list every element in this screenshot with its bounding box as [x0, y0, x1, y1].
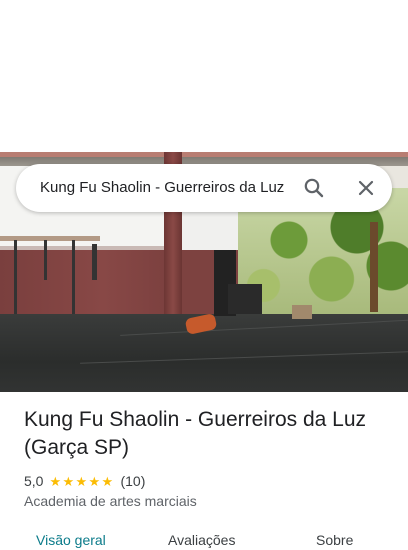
photo-weapon — [92, 244, 97, 280]
photo-weapon — [14, 240, 17, 324]
star-icon: ★ — [62, 473, 75, 489]
rating-value: 5,0 — [24, 473, 44, 489]
rating-stars: ★ ★ ★ ★ ★ — [49, 475, 114, 488]
photo-weapon — [44, 240, 47, 280]
star-icon: ★ — [101, 473, 114, 489]
star-icon: ★ — [75, 473, 88, 489]
photo-box — [292, 305, 312, 319]
photo-bench — [228, 284, 262, 314]
tab-bar: Visão geral Avaliações Sobre — [0, 530, 408, 550]
star-icon: ★ — [88, 473, 101, 489]
place-title: Kung Fu Shaolin - Guerreiros da Luz (Gar… — [24, 408, 367, 459]
photo-weapon — [72, 240, 75, 316]
photo-tree-trunk — [370, 222, 378, 312]
close-icon[interactable] — [354, 176, 378, 200]
place-category[interactable]: Academia de artes marciais — [24, 493, 197, 509]
map-blank-area — [0, 0, 408, 152]
search-icon[interactable] — [302, 176, 326, 200]
review-count[interactable]: (10) — [120, 473, 145, 489]
photo-wall-divider — [0, 246, 170, 250]
tab-overview[interactable]: Visão geral — [36, 532, 106, 548]
star-icon: ★ — [49, 473, 62, 489]
photo-beam — [0, 152, 408, 157]
search-bar[interactable]: Kung Fu Shaolin - Guerreiros da Luz — [16, 164, 392, 212]
tab-reviews[interactable]: Avaliações — [168, 532, 235, 548]
search-input[interactable]: Kung Fu Shaolin - Guerreiros da Luz — [40, 164, 296, 212]
rating-row[interactable]: 5,0 ★ ★ ★ ★ ★ (10) — [24, 472, 145, 490]
tab-about[interactable]: Sobre — [316, 532, 353, 548]
